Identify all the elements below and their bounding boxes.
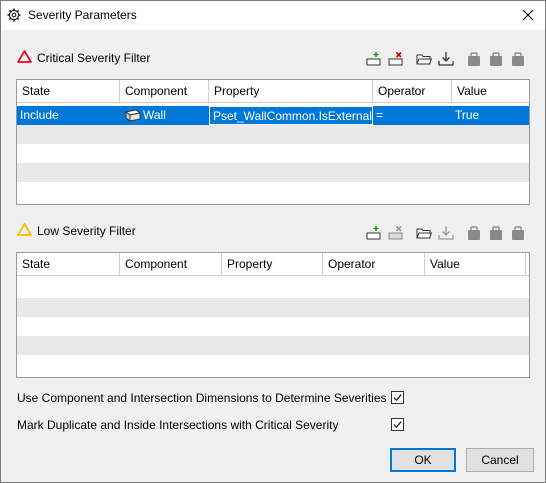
empty-row	[17, 144, 529, 163]
severity-parameters-dialog: Severity Parameters Critical Severity Fi…	[0, 0, 546, 483]
use-dimensions-checkbox[interactable]	[391, 391, 404, 404]
column-header-state[interactable]: State	[17, 80, 120, 103]
add-row-icon	[366, 226, 381, 240]
save-file-button[interactable]	[437, 50, 455, 68]
empty-row	[17, 355, 529, 374]
yellow-triangle-icon	[17, 223, 32, 236]
add-row-icon	[366, 52, 381, 66]
gear-icon	[7, 8, 21, 22]
checkmark-icon	[393, 394, 402, 402]
column-header-property[interactable]: Property	[209, 80, 373, 103]
mark-duplicates-checkbox[interactable]	[391, 418, 404, 431]
mark-duplicates-label: Mark Duplicate and Inside Intersections …	[17, 418, 339, 432]
critical-section-title: Critical Severity Filter	[37, 51, 151, 65]
bag-icon	[512, 226, 524, 240]
title-bar: Severity Parameters	[1, 1, 545, 30]
bag-icon	[490, 52, 502, 66]
empty-row	[17, 279, 529, 298]
column-header-property[interactable]: Property	[222, 253, 323, 276]
low-section-title: Low Severity Filter	[37, 224, 136, 238]
red-triangle-icon	[17, 50, 32, 63]
grid-header: State Component Property Operator Value	[17, 80, 529, 103]
use-dimensions-label: Use Component and Intersection Dimension…	[17, 391, 387, 405]
ok-button[interactable]: OK	[390, 448, 456, 472]
empty-row	[17, 317, 529, 336]
critical-toolbar	[365, 50, 530, 70]
table-row[interactable]: Include Wall Pset_WallCommon.IsExternal …	[17, 106, 529, 125]
bag-button-2[interactable]	[487, 224, 505, 242]
add-row-button[interactable]	[365, 50, 383, 68]
empty-row	[17, 298, 529, 317]
bag-icon	[468, 226, 480, 240]
open-file-button[interactable]	[415, 224, 433, 242]
bag-icon	[490, 226, 502, 240]
save-file-button	[437, 224, 455, 242]
wall-icon	[125, 109, 141, 122]
column-header-component[interactable]: Component	[120, 253, 222, 276]
bag-button-1[interactable]	[465, 50, 483, 68]
critical-filter-grid: State Component Property Operator Value …	[16, 79, 530, 205]
grid-header: State Component Property Operator Value	[17, 253, 529, 276]
folder-open-icon	[416, 228, 433, 239]
cell-operator[interactable]: =	[374, 106, 452, 125]
cell-property[interactable]: Pset_WallCommon.IsExternal	[209, 106, 373, 125]
low-section-header: Low Severity Filter	[17, 222, 217, 240]
open-file-button[interactable]	[415, 50, 433, 68]
column-header-operator[interactable]: Operator	[373, 80, 452, 103]
cell-value[interactable]: True	[453, 106, 529, 125]
checkmark-icon	[393, 421, 402, 429]
close-icon	[522, 9, 534, 21]
download-icon	[438, 226, 454, 240]
column-header-component[interactable]: Component	[120, 80, 209, 103]
bag-icon	[512, 52, 524, 66]
bag-button-2[interactable]	[487, 50, 505, 68]
cancel-button[interactable]: Cancel	[466, 448, 534, 472]
download-icon	[438, 52, 454, 66]
empty-row	[17, 336, 529, 355]
empty-row	[17, 163, 529, 182]
column-header-operator[interactable]: Operator	[323, 253, 425, 276]
mark-duplicates-option: Mark Duplicate and Inside Intersections …	[17, 417, 417, 433]
column-header-state[interactable]: State	[17, 253, 120, 276]
cell-state[interactable]: Include	[18, 106, 120, 125]
cell-component[interactable]: Wall	[121, 106, 209, 125]
bag-button-1[interactable]	[465, 224, 483, 242]
bag-button-3[interactable]	[509, 50, 527, 68]
delete-row-button[interactable]	[387, 50, 405, 68]
empty-row	[17, 125, 529, 144]
window-title: Severity Parameters	[28, 8, 137, 22]
column-header-value[interactable]: Value	[452, 80, 529, 103]
folder-open-icon	[416, 54, 433, 65]
delete-row-button	[387, 224, 405, 242]
bag-button-3[interactable]	[509, 224, 527, 242]
component-label: Wall	[143, 108, 166, 122]
delete-row-icon	[388, 51, 403, 66]
low-toolbar	[365, 224, 530, 244]
close-button[interactable]	[511, 1, 545, 30]
empty-row	[17, 182, 529, 201]
bag-icon	[468, 52, 480, 66]
delete-row-icon	[388, 225, 403, 240]
use-dimensions-option: Use Component and Intersection Dimension…	[17, 390, 417, 406]
add-row-button[interactable]	[365, 224, 383, 242]
low-filter-grid: State Component Property Operator Value	[16, 252, 530, 378]
column-header-value[interactable]: Value	[425, 253, 526, 276]
critical-section-header: Critical Severity Filter	[17, 49, 217, 67]
